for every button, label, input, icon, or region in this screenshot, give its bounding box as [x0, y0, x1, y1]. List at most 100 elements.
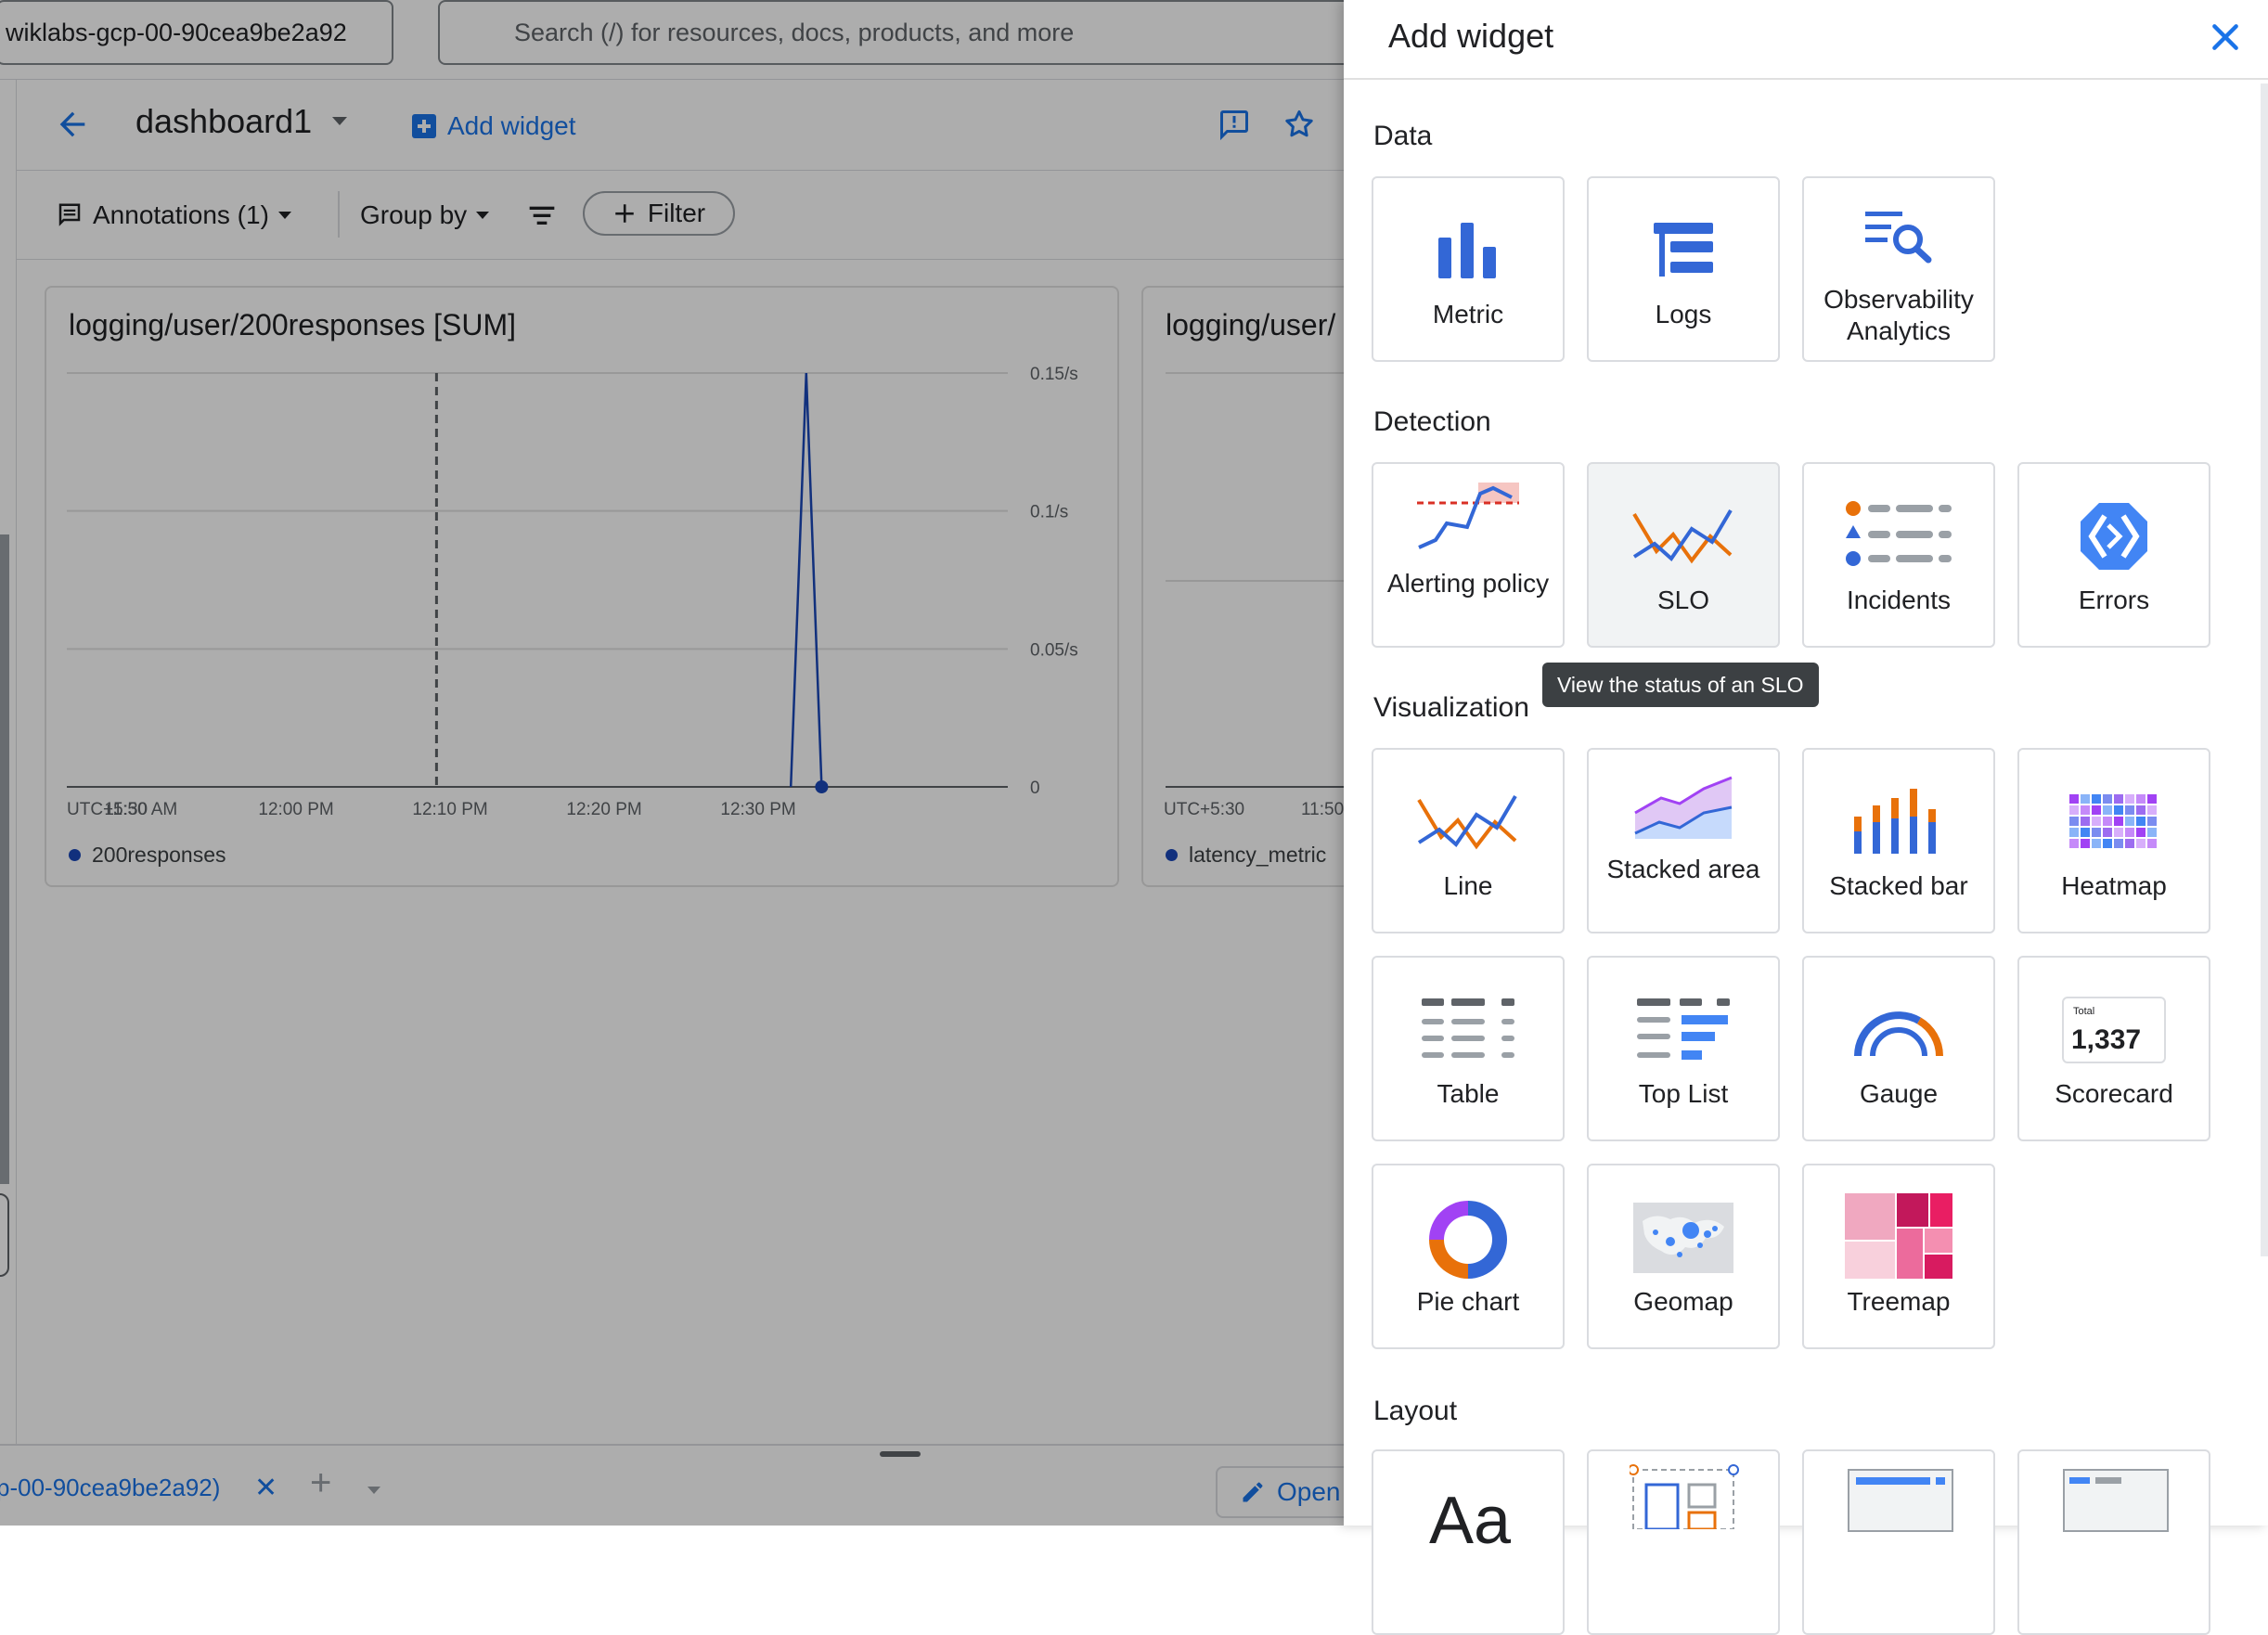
alerting-chart-icon [1417, 483, 1519, 549]
tile-slo[interactable]: SLO [1587, 462, 1780, 648]
tile-label: Heatmap [2061, 871, 2167, 900]
error-reporting-icon [2081, 503, 2147, 570]
heatmap-cell [2103, 805, 2112, 815]
logs-icon [1654, 223, 1713, 277]
tile-errors[interactable]: Errors [2017, 462, 2210, 648]
slo-chart-icon [1632, 509, 1733, 564]
tile-label: Line [1443, 871, 1493, 900]
tile-label: Observability Analytics [1823, 285, 1974, 345]
tile-layout-tabs[interactable] [2017, 1449, 2210, 1635]
heatmap-cell [2092, 805, 2101, 815]
tile-scorecard[interactable]: Total 1,337 Scorecard [2017, 956, 2210, 1141]
stacked-bar-icon [1854, 789, 1936, 854]
heatmap-cell [2125, 805, 2134, 815]
section-title-layout: Layout [1373, 1396, 1458, 1426]
scorecard-value: 1,337 [2071, 1024, 2142, 1055]
tile-label: Metric [1432, 300, 1504, 328]
heatmap-cell [2081, 794, 2090, 804]
close-icon[interactable] [2207, 19, 2244, 56]
heatmap-cell [2092, 794, 2101, 804]
heatmap-cell [2081, 828, 2090, 837]
tile-text[interactable]: Aa [1372, 1449, 1565, 1635]
tile-treemap[interactable]: Treemap [1802, 1164, 1995, 1349]
bar-chart-icon [1438, 223, 1496, 278]
tile-heatmap[interactable]: Heatmap [2017, 748, 2210, 933]
heatmap-cell [2092, 828, 2101, 837]
heatmap-cell [2069, 828, 2079, 837]
tile-metric[interactable]: Metric [1372, 176, 1565, 362]
heatmap-cell [2136, 794, 2146, 804]
heatmap-cell [2147, 794, 2157, 804]
text-sample: Aa [1429, 1484, 1512, 1558]
tile-label: Alerting policy [1386, 569, 1550, 598]
tabbed-layout-icon [2063, 1469, 2169, 1532]
modal-scrim[interactable] [0, 0, 1344, 1526]
heatmap-cell [2069, 839, 2079, 848]
heatmap-cell [2103, 839, 2112, 848]
tile-table[interactable]: Table [1372, 956, 1565, 1141]
heatmap-cell [2125, 817, 2134, 826]
tile-logs[interactable]: Logs [1587, 176, 1780, 362]
heatmap-cell [2125, 794, 2134, 804]
collapsible-group-icon [1848, 1469, 1953, 1532]
heatmap-cell [2147, 839, 2157, 848]
panel-scrollbar[interactable] [2261, 84, 2268, 1256]
heatmap-cell [2114, 794, 2123, 804]
tile-label: Stacked bar [1829, 871, 1968, 900]
cloud-console: wiklabs-gcp-00-90cea9be2a92 Search (/) f… [0, 0, 2268, 1635]
tile-geomap[interactable]: Geomap [1587, 1164, 1780, 1349]
tile-top-list[interactable]: Top List [1587, 956, 1780, 1141]
heatmap-cell [2103, 817, 2112, 826]
heatmap-cell [2092, 839, 2101, 848]
heatmap-cell [2136, 817, 2146, 826]
scorecard-total-label: Total [2073, 1006, 2095, 1017]
tile-label: Gauge [1859, 1079, 1939, 1108]
heatmap-cell [2103, 828, 2112, 837]
heatmap-cell [2114, 839, 2123, 848]
analytics-search-icon [1865, 212, 1932, 264]
tile-observability-analytics[interactable]: Observability Analytics [1802, 176, 1995, 362]
panel-header: Add widget [1344, 0, 2268, 80]
tile-layout-group[interactable] [1587, 1449, 1780, 1635]
tile-layout-collapsible[interactable] [1802, 1449, 1995, 1635]
tile-label: Pie chart [1416, 1287, 1520, 1316]
tile-line[interactable]: Line [1372, 748, 1565, 933]
tile-label: Treemap [1847, 1287, 1951, 1316]
tile-label: Scorecard [2055, 1079, 2173, 1108]
section-title-detection: Detection [1373, 406, 1491, 437]
heatmap-cell [2092, 817, 2101, 826]
heatmap-cell [2147, 805, 2157, 815]
tile-stacked-bar[interactable]: Stacked bar [1802, 748, 1995, 933]
stacked-area-icon [1634, 776, 1733, 839]
heatmap-cell [2081, 839, 2090, 848]
tile-pie-chart[interactable]: Pie chart [1372, 1164, 1565, 1349]
top-list-icon [1637, 998, 1730, 1060]
line-chart-icon [1417, 794, 1517, 850]
heatmap-cell [2081, 817, 2090, 826]
tile-label: SLO [1656, 586, 1710, 614]
add-widget-panel: Add widget Data Metric Logs Observabilit… [1344, 0, 2268, 1635]
tile-incidents[interactable]: Incidents [1802, 462, 1995, 648]
heatmap-cell [2103, 794, 2112, 804]
heatmap-cell [2081, 805, 2090, 815]
tile-label: Incidents [1846, 586, 1952, 614]
tile-gauge[interactable]: Gauge [1802, 956, 1995, 1141]
tile-stacked-area[interactable]: Stacked area [1587, 748, 1780, 933]
tile-label: Errors [2078, 586, 2150, 614]
heatmap-cell [2069, 794, 2079, 804]
world-map-icon [1633, 1203, 1733, 1273]
tooltip: View the status of an SLO [1542, 663, 1819, 707]
heatmap-cell [2069, 805, 2079, 815]
panel-title: Add widget [1388, 17, 1554, 55]
heatmap-cell [2114, 805, 2123, 815]
heatmap-cell [2136, 828, 2146, 837]
tile-alerting-policy[interactable]: Alerting policy [1372, 462, 1565, 648]
heatmap-cell [2147, 828, 2157, 837]
heatmap-icon [2069, 794, 2157, 848]
scorecard-preview: Total 1,337 [2062, 997, 2166, 1063]
section-title-data: Data [1373, 121, 1433, 151]
incidents-list-icon [1846, 501, 1952, 566]
heatmap-cell [2136, 805, 2146, 815]
heatmap-cell [2114, 817, 2123, 826]
heatmap-cell [2147, 817, 2157, 826]
